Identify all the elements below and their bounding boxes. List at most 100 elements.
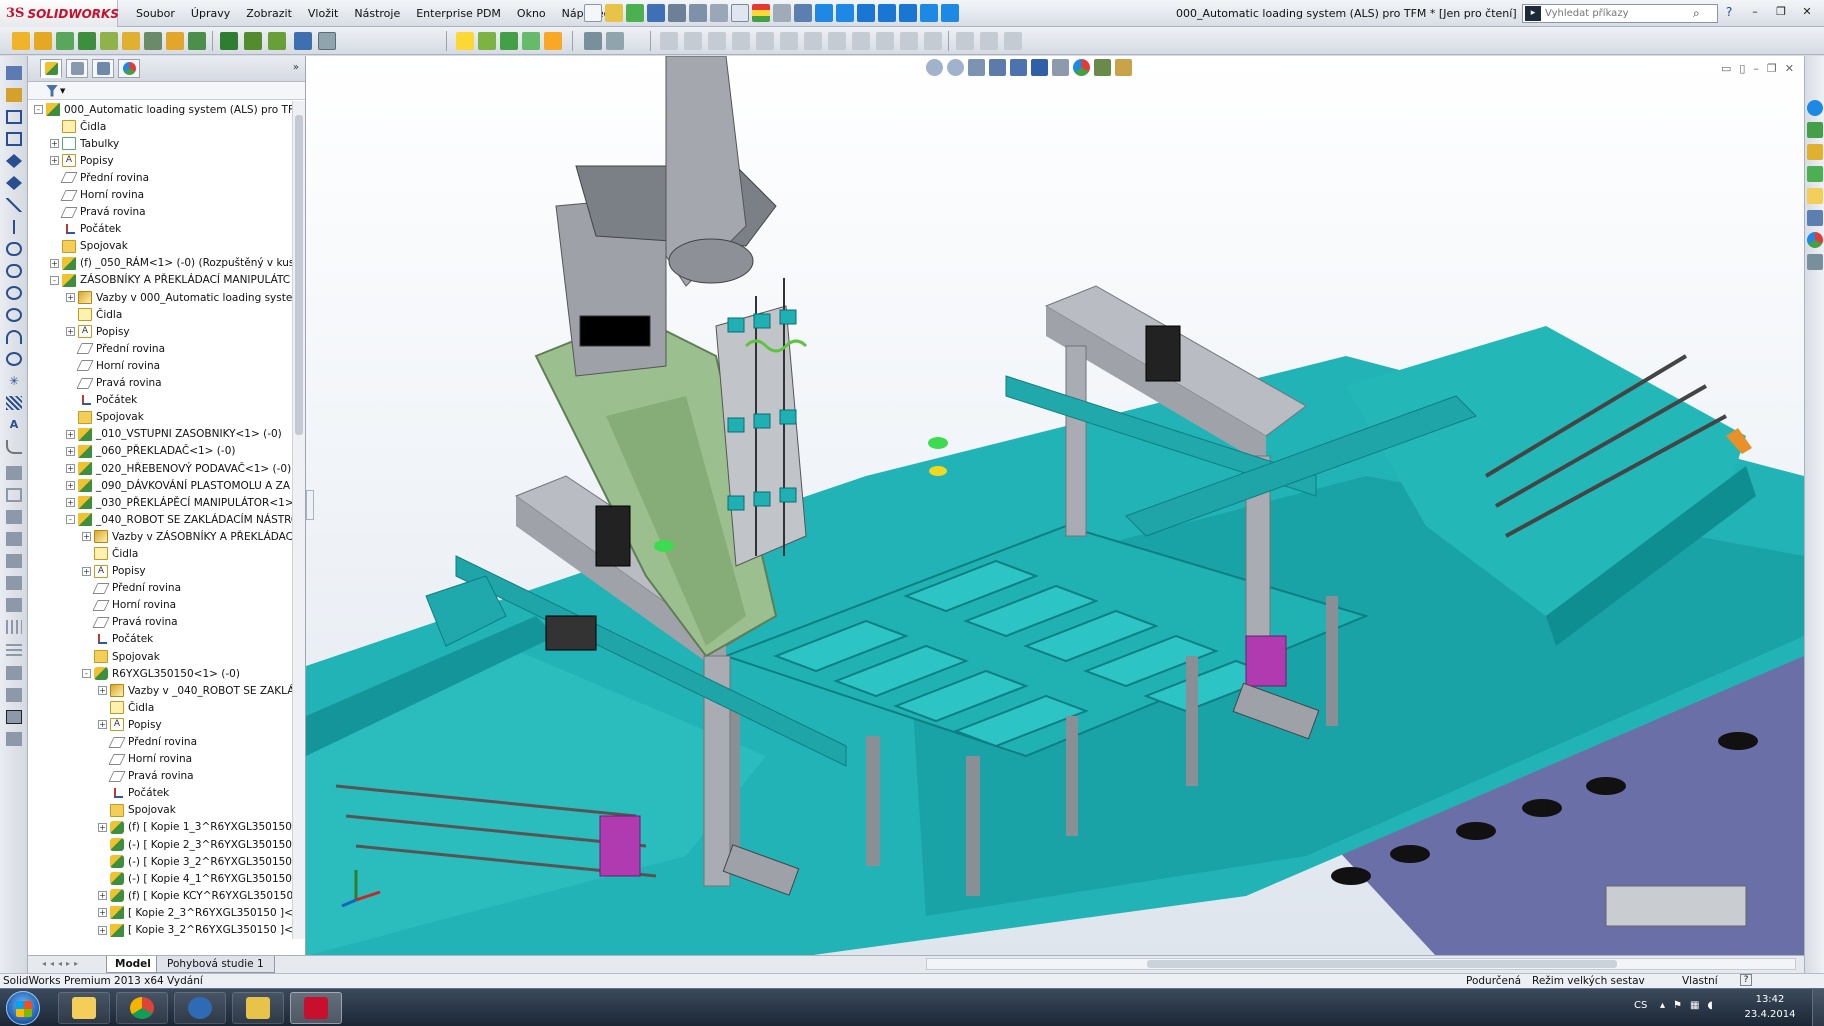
view-palette-icon[interactable] <box>1807 166 1823 182</box>
tree-item[interactable]: + _030_PŘEKLÁPĚCÍ MANIPULÁTOR<1> <box>28 494 292 511</box>
tree-item[interactable]: Spojovak <box>28 409 292 426</box>
viewport-restore-icon[interactable]: ❐ <box>1767 62 1777 75</box>
u-icon[interactable] <box>836 4 854 22</box>
tree-item[interactable]: (-) [ Kopie 3_2^R6YXGL350150 ] <box>28 853 292 870</box>
tree-item[interactable]: + _060_PŘEKLADAČ<1> (-0) <box>28 443 292 460</box>
new-document-icon[interactable] <box>584 4 602 22</box>
tree-item[interactable]: + _010_VSTUPNI ZASOBNIKY<1> (-0) <box>28 426 292 443</box>
toolbar-icon-5[interactable] <box>100 32 118 50</box>
tree-item[interactable]: Horní rovina <box>28 751 292 768</box>
help-icon[interactable]: ? <box>1726 5 1732 19</box>
tree-item[interactable]: Pravá rovina <box>28 204 292 221</box>
start-button[interactable] <box>6 991 40 1025</box>
tree-item[interactable]: + _090_DÁVKOVÁNÍ PLASTOMOLU A ZA <box>28 477 292 494</box>
tree-item[interactable]: Počátek <box>28 221 292 238</box>
dwg-icon[interactable] <box>899 4 917 22</box>
rectangle-icon[interactable] <box>6 110 22 124</box>
tab-display-manager[interactable] <box>118 59 140 78</box>
tree-item[interactable]: + (f) [ Kopie 1_3^R6YXGL350150 ] <box>28 819 292 836</box>
scrollbar-thumb[interactable] <box>295 115 303 435</box>
solidworks-logo[interactable]: 3S SOLIDWORKS <box>0 0 119 27</box>
slot-icon[interactable] <box>6 264 22 278</box>
tree-item[interactable]: Spojovak <box>28 648 292 665</box>
pattern-icon[interactable] <box>6 554 22 568</box>
toolbar-icon-14[interactable] <box>318 32 336 50</box>
custom-properties-icon[interactable] <box>1807 232 1823 248</box>
tree-item[interactable]: + Vazby v 000_Automatic loading system <box>28 289 292 306</box>
show-desktop-button[interactable] <box>1812 989 1824 1026</box>
appearance-icon[interactable] <box>1073 59 1090 76</box>
toolbar-icon-8[interactable] <box>166 32 184 50</box>
expand-icon[interactable]: + <box>98 720 107 730</box>
tree-item[interactable]: + A Popisy <box>28 152 292 169</box>
tree-item[interactable]: + Tabulky <box>28 135 292 152</box>
taskbar-chrome[interactable] <box>116 992 168 1024</box>
toolbar-icon-3[interactable] <box>56 32 74 50</box>
grid-icon[interactable] <box>6 642 22 656</box>
tree-item[interactable]: + A Popisy <box>28 323 292 340</box>
expand-icon[interactable]: + <box>50 139 59 149</box>
appearances-icon[interactable] <box>1807 210 1823 226</box>
redo-icon[interactable] <box>710 4 728 22</box>
open-icon[interactable] <box>605 4 623 22</box>
menu-soubor[interactable]: Soubor <box>128 7 183 20</box>
expand-icon[interactable]: + <box>66 327 75 337</box>
tree-item[interactable]: Horní rovina <box>28 597 292 614</box>
tree-item[interactable]: Spojovak <box>28 238 292 255</box>
mirror-icon[interactable] <box>6 510 22 524</box>
tree-item[interactable]: + [ Kopie 3_2^R6YXGL350150 ]<2: <box>28 922 292 939</box>
expand-icon[interactable]: + <box>50 156 59 166</box>
viewport-horizontal-scrollbar[interactable] <box>926 958 1796 970</box>
display-icon[interactable] <box>6 732 22 746</box>
circle-icon[interactable] <box>6 286 22 300</box>
filter-icon[interactable] <box>46 84 58 97</box>
p-icon[interactable] <box>920 4 938 22</box>
toolbar-icon-7[interactable] <box>144 32 162 50</box>
menu-vlozit[interactable]: Vložit <box>300 7 346 20</box>
menu-enterprise-pdm[interactable]: Enterprise PDM <box>408 7 509 20</box>
text-icon[interactable]: A <box>6 418 22 432</box>
toolbar-icon-6[interactable] <box>122 32 140 50</box>
expand-icon[interactable]: + <box>98 908 107 918</box>
tree-item[interactable]: - ZÁSOBNÍKY A PŘEKLÁDACÍ MANIPULÁTC <box>28 272 292 289</box>
chevron-down-icon[interactable]: ▼ <box>60 87 65 95</box>
toolbar-icon-15[interactable] <box>456 32 474 50</box>
line-icon[interactable] <box>6 198 22 212</box>
point-icon[interactable]: ✳ <box>6 374 22 388</box>
toolbar-icon-18[interactable] <box>522 32 540 50</box>
tree-item[interactable]: Čidla <box>28 306 292 323</box>
expand-icon[interactable]: + <box>66 293 75 303</box>
toolbar-icon-19[interactable] <box>544 32 562 50</box>
tree-item[interactable]: - 000_Automatic loading system (ALS) pro … <box>28 101 292 118</box>
collapse-icon[interactable]: - <box>66 515 75 525</box>
tree-item[interactable]: Horní rovina <box>28 357 292 374</box>
tree-item[interactable]: Počátek <box>28 631 292 648</box>
tree-item[interactable]: - _040_ROBOT SE ZAKLÁDACÍM NÁSTRC <box>28 511 292 528</box>
taskbar-outlook[interactable] <box>174 992 226 1024</box>
options-icon[interactable] <box>773 4 791 22</box>
viewport-minimize-icon[interactable]: – <box>1753 62 1759 75</box>
scrollbar-thumb[interactable] <box>1147 960 1617 968</box>
tree-item[interactable]: Pravá rovina <box>28 375 292 392</box>
taskbar-solidworks[interactable] <box>290 992 342 1024</box>
sketch-tool-icon[interactable] <box>6 66 22 80</box>
toolbar-icon-17[interactable] <box>500 32 518 50</box>
tree-item[interactable]: + A Popisy <box>28 563 292 580</box>
language-indicator[interactable]: CS <box>1634 1000 1647 1011</box>
dxf-icon[interactable] <box>878 4 896 22</box>
tree-item[interactable]: + Vazby v _040_ROBOT SE ZAKLÁ <box>28 682 292 699</box>
collapse-icon[interactable]: - <box>50 275 59 285</box>
rebuild-icon[interactable] <box>626 4 644 22</box>
search-icon[interactable]: ⌕ <box>1693 6 1700 21</box>
tree-item[interactable]: - R6YXGL350150<1> (-0) <box>28 665 292 682</box>
display-icon[interactable] <box>6 688 22 702</box>
k-icon[interactable] <box>815 4 833 22</box>
tab-model[interactable]: Model <box>106 956 160 973</box>
tab-property-manager[interactable] <box>66 59 88 78</box>
expand-icon[interactable]: + <box>66 498 75 508</box>
display-icon[interactable] <box>6 710 22 724</box>
scene-icon[interactable] <box>1094 59 1111 76</box>
menu-upravy[interactable]: Úpravy <box>183 7 238 20</box>
pdf-icon[interactable] <box>857 4 875 22</box>
tree-item[interactable]: Čidla <box>28 699 292 716</box>
